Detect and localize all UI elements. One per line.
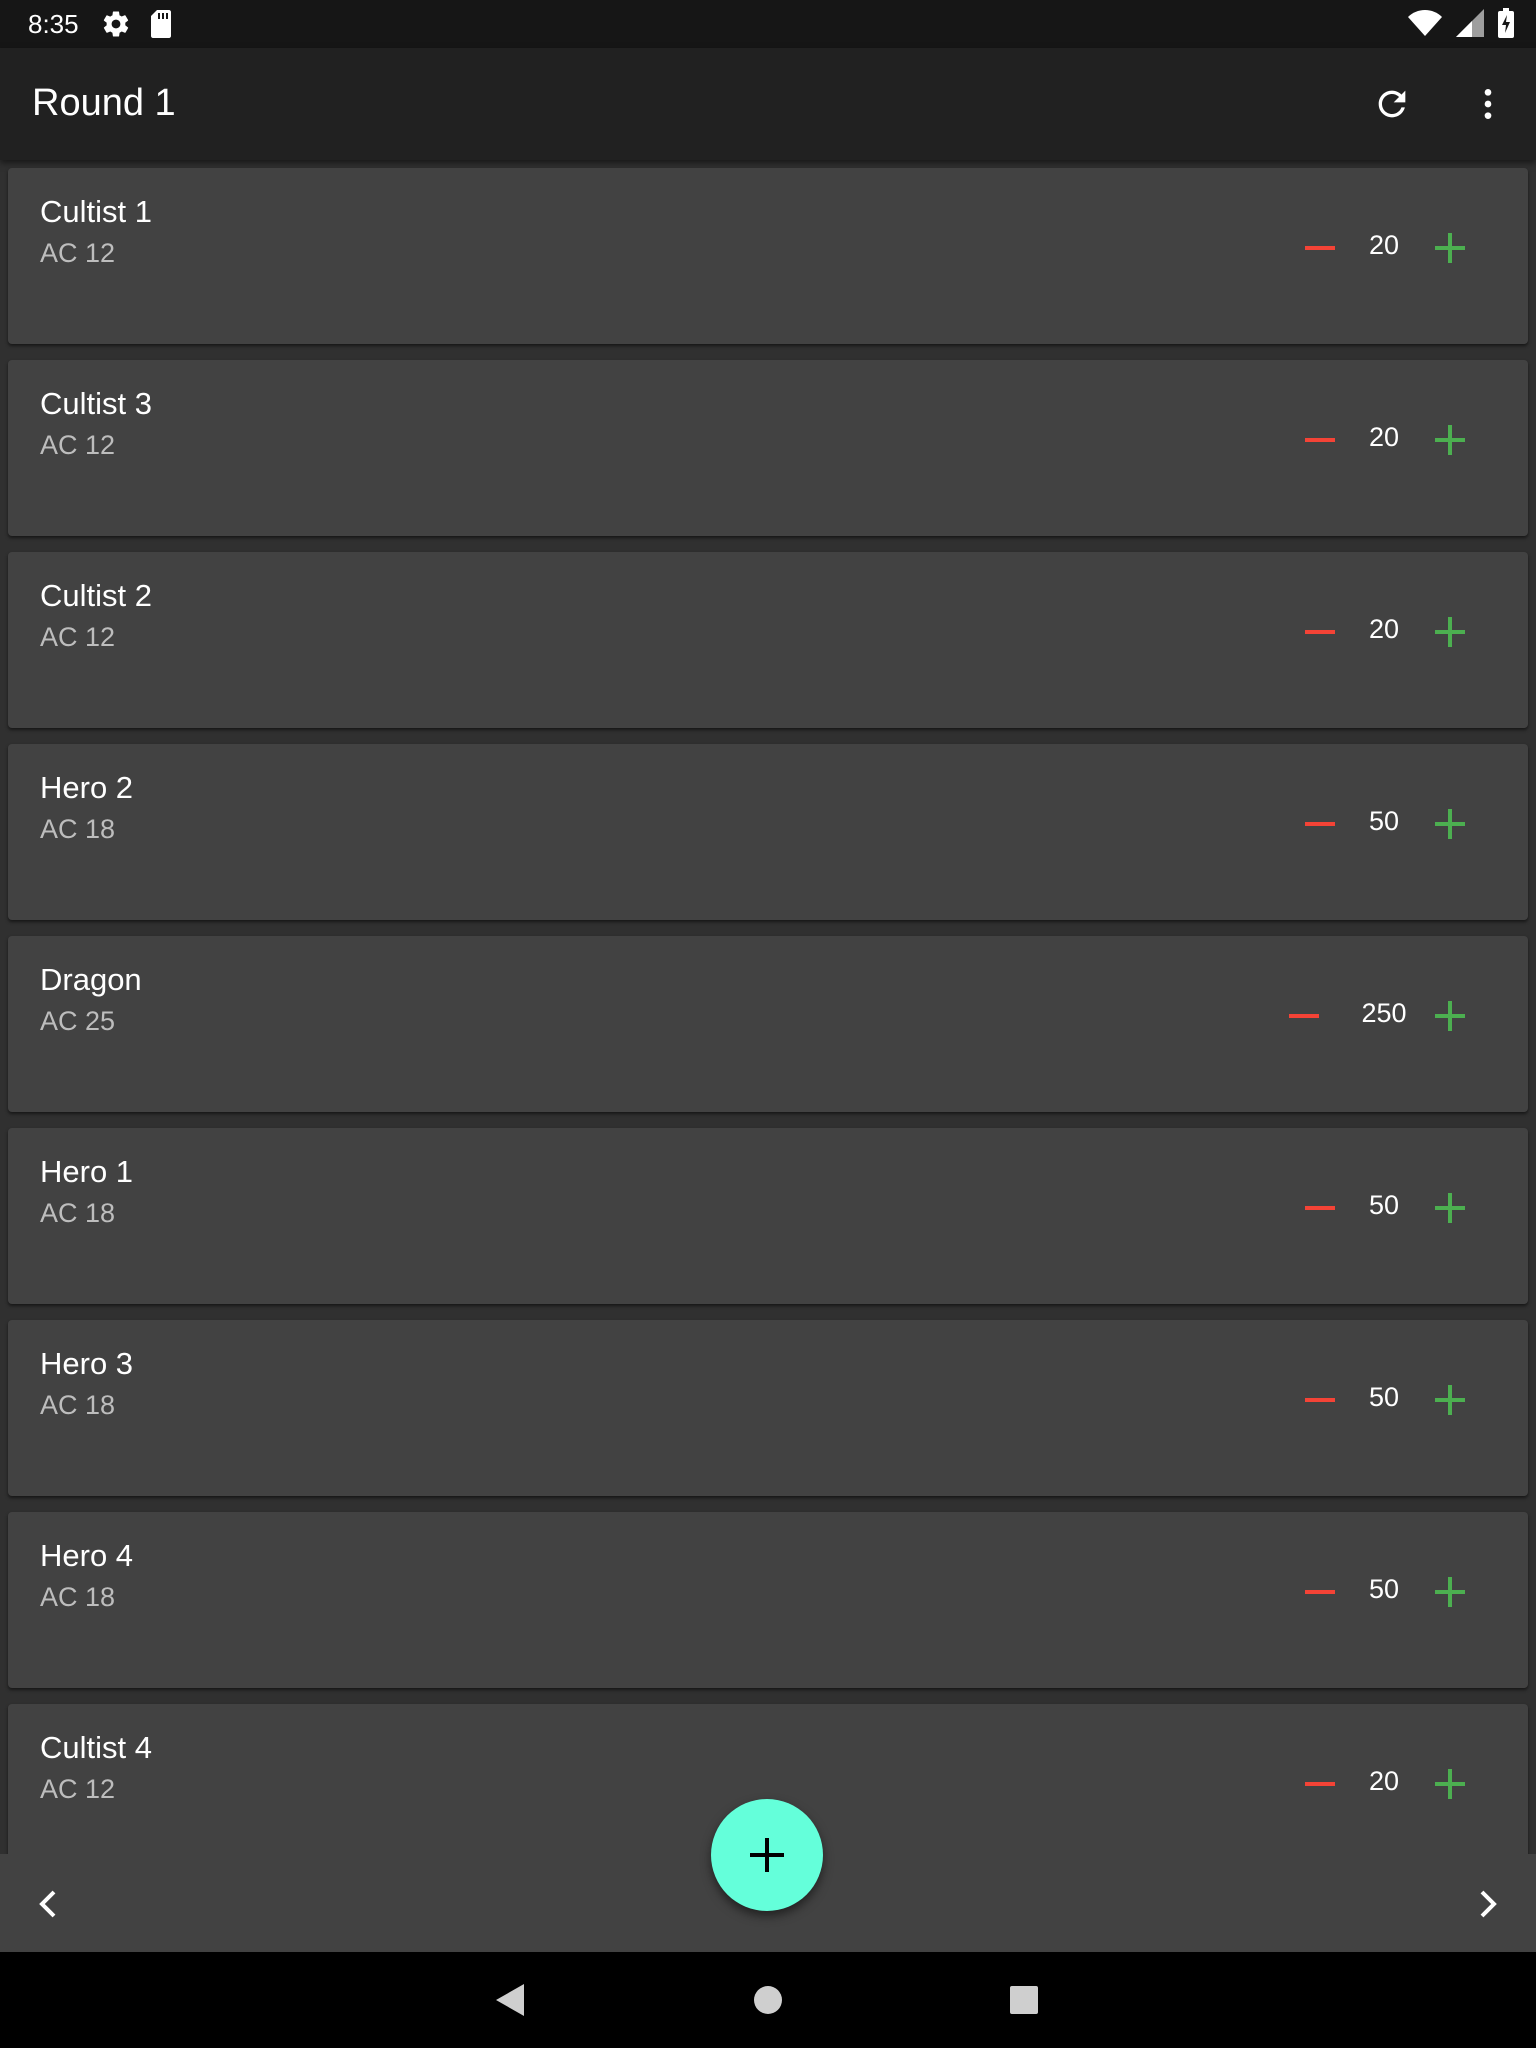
plus-icon: [1435, 1577, 1465, 1607]
hp-value: 50: [1368, 806, 1400, 836]
plus-icon: [1435, 233, 1465, 263]
decrease-hp-button[interactable]: [1296, 416, 1344, 464]
plus-icon: [1435, 1001, 1465, 1031]
plus-icon: [1435, 1385, 1465, 1415]
decrease-hp-button[interactable]: [1296, 1568, 1344, 1616]
combatant-ac: AC 18: [40, 1390, 116, 1420]
combatant-card[interactable]: Hero 3 AC 18 50: [8, 1320, 1528, 1496]
combatant-card[interactable]: Hero 1 AC 18 50: [8, 1128, 1528, 1304]
increase-hp-button[interactable]: [1426, 608, 1474, 656]
combatant-ac: AC 12: [40, 238, 116, 268]
combatant-ac: AC 18: [40, 814, 116, 844]
page-title: Round 1: [32, 82, 176, 124]
wifi-icon: [1408, 10, 1442, 36]
hp-value: 250: [1361, 998, 1407, 1028]
minus-icon: [1305, 1782, 1335, 1786]
hp-value: 20: [1368, 614, 1400, 644]
hp-value: 50: [1368, 1574, 1400, 1604]
combatant-card[interactable]: Dragon AC 25 250: [8, 936, 1528, 1112]
minus-icon: [1305, 1398, 1335, 1402]
hp-value: 50: [1368, 1382, 1400, 1412]
minus-icon: [1305, 1590, 1335, 1594]
increase-hp-button[interactable]: [1426, 224, 1474, 272]
next-turn-button[interactable]: [1460, 1876, 1516, 1932]
increase-hp-button[interactable]: [1426, 1568, 1474, 1616]
combatant-name: Hero 2: [40, 770, 134, 805]
combatant-ac: AC 12: [40, 1774, 116, 1804]
settings-gear-icon: [103, 11, 128, 37]
refresh-icon: [1378, 90, 1406, 118]
recents-square-icon: [1010, 1986, 1038, 2014]
combatant-ac: AC 12: [40, 430, 116, 460]
increase-hp-button[interactable]: [1426, 1376, 1474, 1424]
decrease-hp-button[interactable]: [1296, 224, 1344, 272]
combatant-name: Cultist 1: [40, 194, 152, 229]
recents-button[interactable]: [1004, 1980, 1044, 2020]
combatant-card[interactable]: Hero 2 AC 18 50: [8, 744, 1528, 920]
status-time: 8:35: [28, 8, 79, 39]
previous-turn-button[interactable]: [20, 1876, 76, 1932]
plus-icon: [1435, 1193, 1465, 1223]
combatant-card[interactable]: Cultist 3 AC 12 20: [8, 360, 1528, 536]
decrease-hp-button[interactable]: [1280, 992, 1328, 1040]
minus-icon: [1289, 1014, 1319, 1018]
plus-icon: [1435, 425, 1465, 455]
decrease-hp-button[interactable]: [1296, 800, 1344, 848]
minus-icon: [1305, 438, 1335, 442]
home-circle-icon: [754, 1986, 782, 2014]
add-combatant-button[interactable]: [711, 1799, 823, 1911]
combatant-name: Dragon: [40, 962, 142, 997]
decrease-hp-button[interactable]: [1296, 1376, 1344, 1424]
combatant-card[interactable]: Cultist 1 AC 12 20: [8, 168, 1528, 344]
combatant-name: Hero 1: [40, 1154, 134, 1189]
sd-card-icon: [150, 10, 171, 38]
minus-icon: [1305, 822, 1335, 826]
overflow-menu-button[interactable]: [1460, 76, 1516, 132]
combatant-ac: AC 18: [40, 1582, 116, 1612]
status-indicators: [1408, 8, 1514, 38]
decrease-hp-button[interactable]: [1296, 1184, 1344, 1232]
chevron-right-icon: [1480, 1890, 1497, 1918]
combatant-name: Cultist 2: [40, 578, 152, 613]
app-bar: Round 1: [0, 48, 1536, 160]
cell-signal-icon: [1456, 9, 1484, 37]
back-triangle-icon: [496, 1984, 524, 2016]
battery-charging-icon: [1498, 8, 1514, 38]
combatant-name: Cultist 4: [40, 1730, 152, 1765]
chevron-left-icon: [39, 1890, 56, 1918]
combatant-ac: AC 25: [40, 1006, 116, 1036]
plus-icon: [750, 1838, 784, 1872]
increase-hp-button[interactable]: [1426, 800, 1474, 848]
increase-hp-button[interactable]: [1426, 1760, 1474, 1808]
increase-hp-button[interactable]: [1426, 992, 1474, 1040]
hp-value: 20: [1368, 230, 1400, 260]
increase-hp-button[interactable]: [1426, 1184, 1474, 1232]
status-bar: 8:35: [0, 0, 1536, 48]
minus-icon: [1305, 630, 1335, 634]
hp-value: 50: [1368, 1190, 1400, 1220]
refresh-button[interactable]: [1364, 76, 1420, 132]
plus-icon: [1435, 1769, 1465, 1799]
hp-value: 20: [1368, 1766, 1400, 1796]
hp-value: 20: [1368, 422, 1400, 452]
combatant-ac: AC 12: [40, 622, 116, 652]
plus-icon: [1435, 617, 1465, 647]
combatant-card[interactable]: Cultist 2 AC 12 20: [8, 552, 1528, 728]
plus-icon: [1435, 809, 1465, 839]
increase-hp-button[interactable]: [1426, 416, 1474, 464]
combatant-name: Hero 4: [40, 1538, 134, 1573]
back-button[interactable]: [490, 1980, 530, 2020]
combatant-list[interactable]: Cultist 1 AC 12 20 Cultist 3 AC 12 20 Cu…: [0, 160, 1536, 1854]
more-vert-icon: [1484, 89, 1492, 119]
minus-icon: [1305, 246, 1335, 250]
system-nav-bar: [0, 1952, 1536, 2048]
combatant-ac: AC 18: [40, 1198, 116, 1228]
decrease-hp-button[interactable]: [1296, 608, 1344, 656]
combatant-card[interactable]: Hero 4 AC 18 50: [8, 1512, 1528, 1688]
combatant-name: Cultist 3: [40, 386, 152, 421]
decrease-hp-button[interactable]: [1296, 1760, 1344, 1808]
minus-icon: [1305, 1206, 1335, 1210]
combatant-name: Hero 3: [40, 1346, 134, 1381]
home-button[interactable]: [748, 1980, 788, 2020]
